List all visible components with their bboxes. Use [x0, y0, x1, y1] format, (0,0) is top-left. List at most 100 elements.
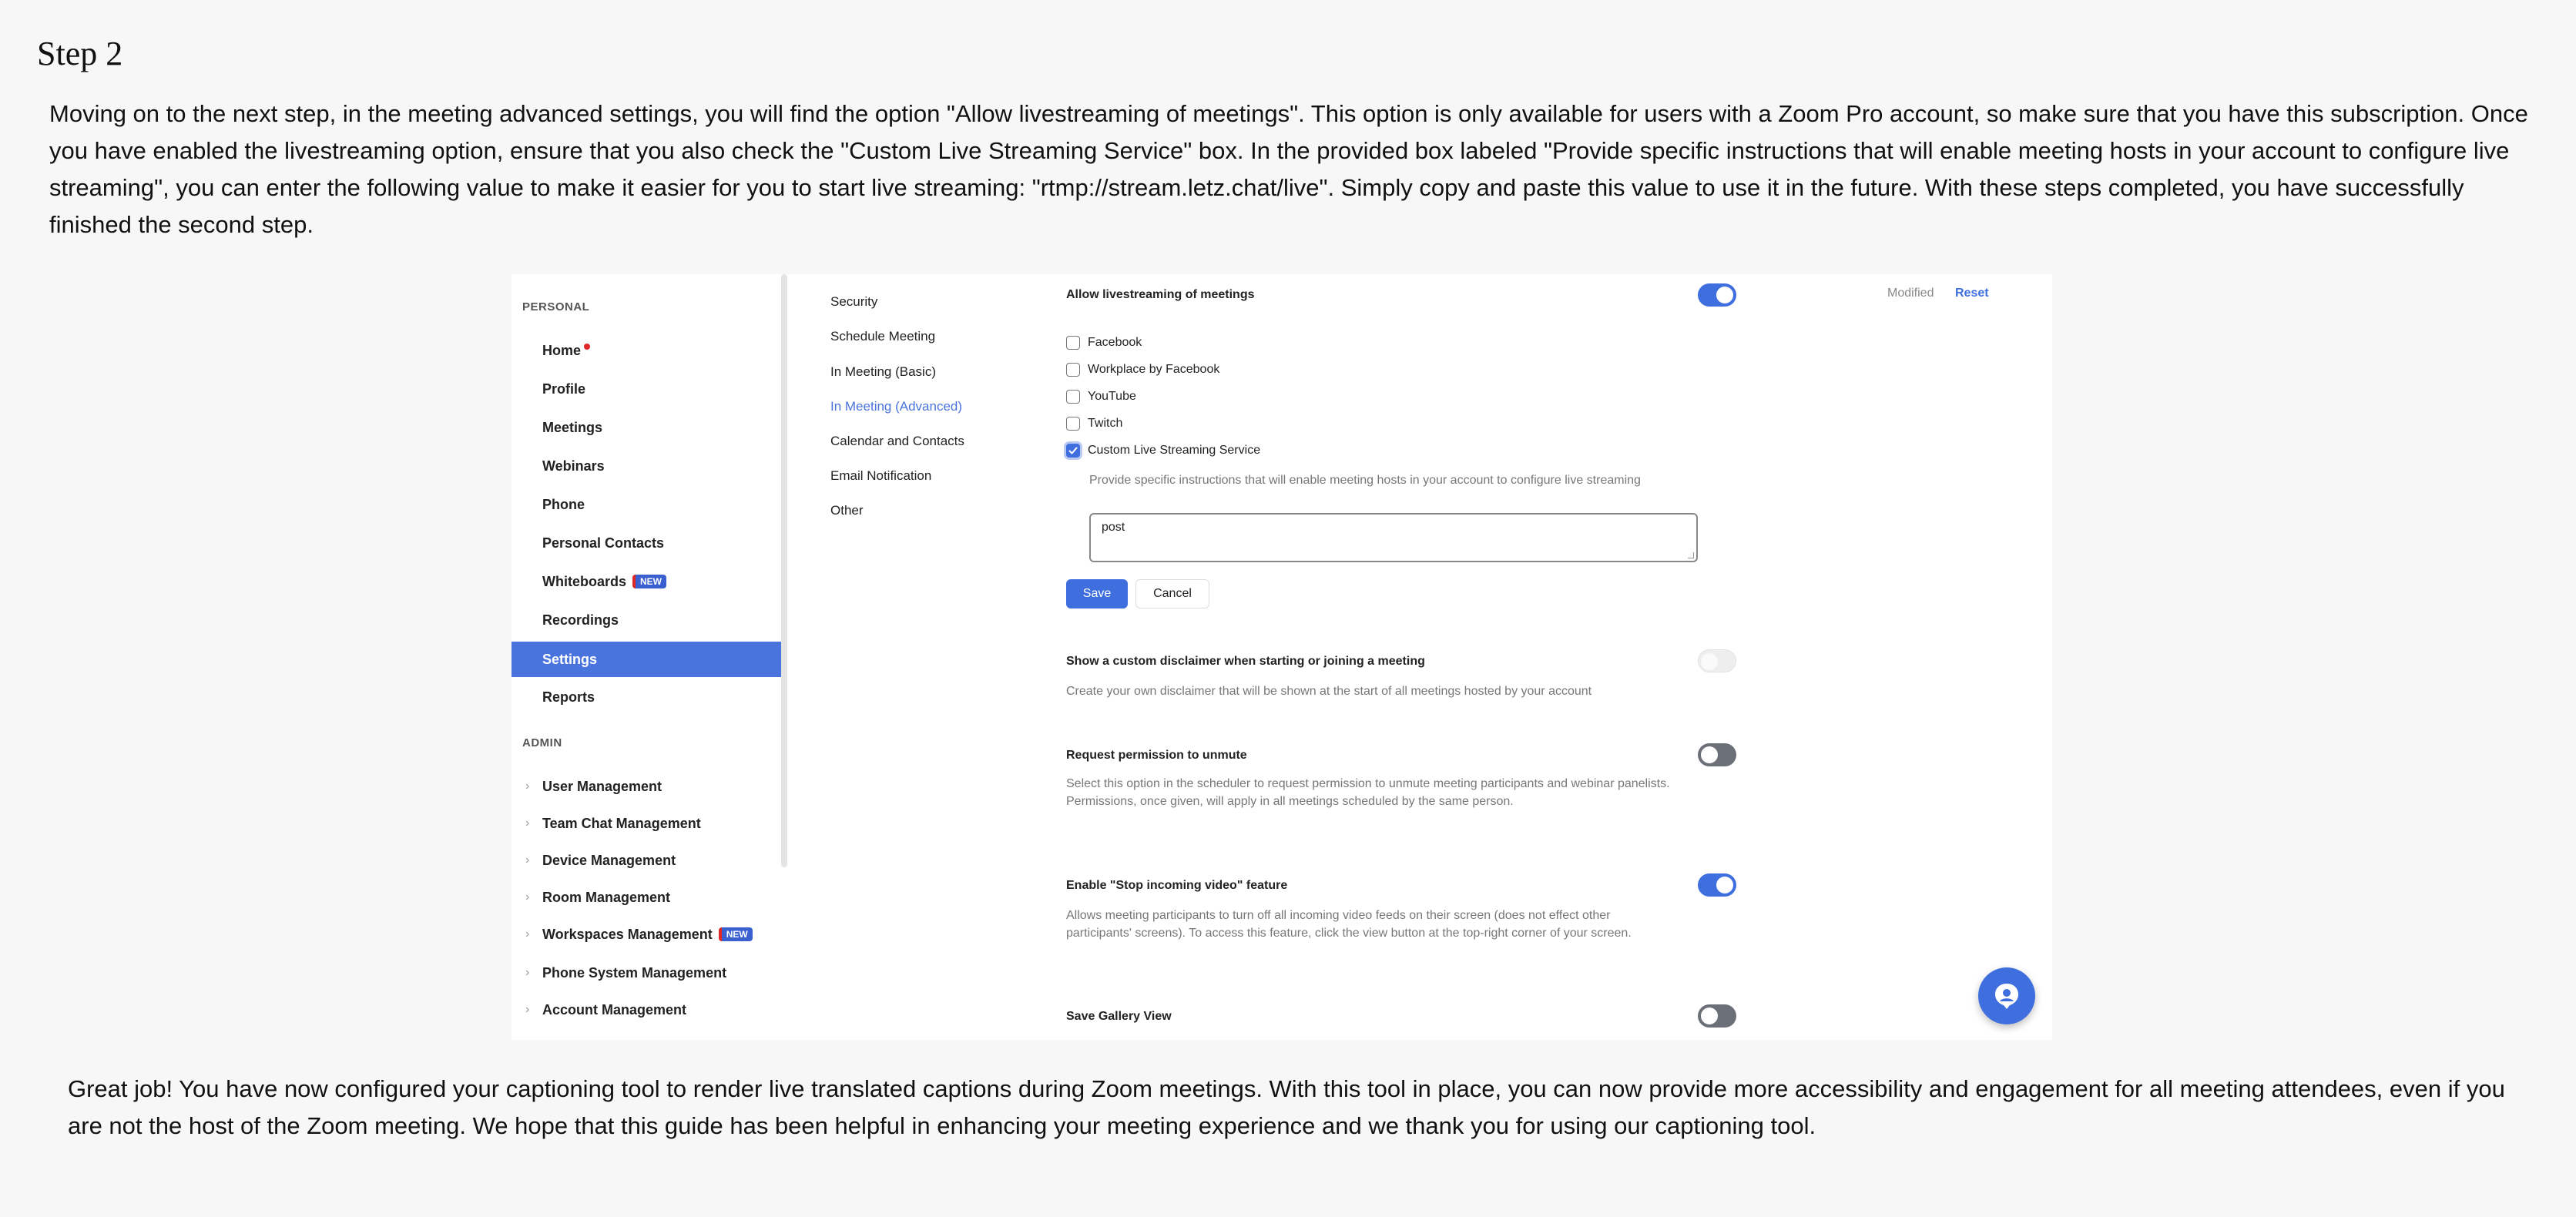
sidebar-item-label: Phone System Management	[542, 964, 727, 981]
sidebar-item-label: Reports	[542, 689, 595, 705]
setting-desc-request-unmute: Select this option in the scheduler to r…	[1066, 777, 1670, 808]
sidebar-item-phone-system-management[interactable]: › Phone System Management	[512, 955, 781, 991]
settings-nav-other[interactable]: Other	[830, 503, 864, 518]
new-badge: NEW	[718, 927, 753, 941]
toggle-knob	[1701, 746, 1718, 763]
option-youtube[interactable]: YouTube	[1066, 390, 1136, 404]
intro-paragraph: Moving on to the next step, in the meeti…	[49, 100, 2528, 238]
livestream-toggle[interactable]	[1698, 283, 1736, 307]
request-unmute-toggle[interactable]	[1698, 743, 1736, 766]
sidebar-item-label: Recordings	[542, 612, 619, 628]
settings-nav-calendar-and-contacts[interactable]: Calendar and Contacts	[830, 434, 964, 449]
save-button[interactable]: Save	[1066, 579, 1128, 608]
option-label: Twitch	[1088, 417, 1123, 430]
livestream-setting-title: Allow livestreaming of meetings	[1066, 288, 1255, 301]
zoom-settings-screenshot: PERSONAL Home Profile Meetings Webinars …	[512, 274, 2052, 1040]
chevron-right-icon: ›	[525, 779, 530, 793]
setting-title-stop-incoming-video: Enable "Stop incoming video" feature	[1066, 879, 1288, 892]
chevron-right-icon: ›	[525, 966, 530, 979]
chevron-right-icon: ›	[525, 853, 530, 867]
sidebar-item-label: Account Management	[542, 1001, 687, 1018]
sidebar-item-label: Device Management	[542, 852, 676, 868]
sidebar-item-label: Workspaces Management	[542, 926, 713, 942]
resize-handle-icon[interactable]	[1688, 552, 1694, 558]
modified-label: Modified	[1887, 287, 1934, 300]
settings-nav-in-meeting-basic[interactable]: In Meeting (Basic)	[830, 364, 936, 380]
option-twitch[interactable]: Twitch	[1066, 417, 1122, 431]
sidebar-item-label: Meetings	[542, 419, 603, 435]
sidebar-item-user-management[interactable]: › User Management	[512, 769, 781, 804]
new-badge: NEW	[632, 575, 667, 588]
sidebar-item-whiteboards[interactable]: Whiteboards NEW	[512, 564, 781, 599]
sidebar-header-personal: PERSONAL	[522, 300, 590, 313]
settings-nav-schedule-meeting[interactable]: Schedule Meeting	[830, 329, 935, 344]
textarea-value: post	[1102, 521, 1125, 534]
sidebar-item-settings[interactable]: Settings	[512, 642, 781, 677]
setting-desc-custom-disclaimer: Create your own disclaimer that will be …	[1066, 685, 1592, 698]
option-label: Custom Live Streaming Service	[1088, 444, 1261, 457]
checkbox[interactable]	[1066, 390, 1080, 404]
sidebar-item-home[interactable]: Home	[512, 333, 781, 368]
sidebar-item-room-management[interactable]: › Room Management	[512, 880, 781, 915]
sidebar-item-label: Settings	[542, 651, 598, 667]
setting-title-save-gallery-view: Save Gallery View	[1066, 1010, 1172, 1023]
sidebar-item-label: Team Chat Management	[542, 815, 701, 831]
step-title: Step 2	[37, 35, 123, 72]
option-facebook[interactable]: Facebook	[1066, 336, 1142, 350]
sidebar: PERSONAL Home Profile Meetings Webinars …	[512, 274, 781, 1040]
reset-link[interactable]: Reset	[1955, 287, 1989, 300]
sidebar-item-account-management[interactable]: › Account Management	[512, 992, 781, 1028]
setting-title-request-unmute: Request permission to unmute	[1066, 749, 1247, 762]
option-label: Workplace by Facebook	[1088, 363, 1220, 376]
custom-disclaimer-toggle[interactable]	[1698, 649, 1736, 672]
support-agent-icon	[1995, 984, 2018, 1009]
setting-desc-stop-incoming-video: Allows meeting participants to turn off …	[1066, 909, 1632, 940]
chevron-right-icon: ›	[525, 816, 530, 830]
sidebar-item-label: Personal Contacts	[542, 535, 665, 551]
setting-title-custom-disclaimer: Show a custom disclaimer when starting o…	[1066, 655, 1425, 668]
sidebar-item-profile[interactable]: Profile	[512, 371, 781, 407]
notification-dot	[584, 344, 591, 350]
support-agent-button[interactable]	[1978, 967, 2035, 1024]
sidebar-item-team-chat-management[interactable]: › Team Chat Management	[512, 806, 781, 841]
settings-nav-email-notification[interactable]: Email Notification	[830, 468, 931, 484]
sidebar-item-meetings[interactable]: Meetings	[512, 410, 781, 445]
sidebar-item-label: Home	[542, 342, 582, 358]
sidebar-item-device-management[interactable]: › Device Management	[512, 843, 781, 878]
chevron-right-icon: ›	[525, 1003, 530, 1016]
sidebar-item-phone[interactable]: Phone	[512, 487, 781, 522]
sidebar-item-label: Room Management	[542, 889, 671, 905]
checkbox[interactable]	[1066, 417, 1080, 431]
option-label: YouTube	[1088, 390, 1136, 403]
sidebar-item-label: Profile	[542, 381, 586, 397]
check-icon	[1068, 447, 1078, 454]
chevron-right-icon: ›	[525, 927, 530, 940]
custom-instructions-label: Provide specific instructions that will …	[1089, 474, 1641, 487]
toggle-knob	[1716, 287, 1733, 303]
option-workplace-by-facebook[interactable]: Workplace by Facebook	[1066, 363, 1219, 377]
outro-paragraph: Great job! You have now configured your …	[68, 1075, 2505, 1139]
sidebar-item-personal-contacts[interactable]: Personal Contacts	[512, 525, 781, 561]
sidebar-item-reports[interactable]: Reports	[512, 679, 781, 715]
toggle-knob	[1716, 877, 1733, 893]
toggle-knob	[1701, 1007, 1718, 1024]
checkbox-checked[interactable]	[1066, 444, 1080, 458]
sidebar-item-recordings[interactable]: Recordings	[512, 602, 781, 638]
sidebar-item-label: Webinars	[542, 458, 605, 474]
sidebar-item-webinars[interactable]: Webinars	[512, 448, 781, 484]
custom-instructions-textarea[interactable]: post	[1089, 513, 1698, 562]
sidebar-item-label: User Management	[542, 778, 662, 794]
chevron-right-icon: ›	[525, 890, 530, 904]
option-label: Facebook	[1088, 336, 1142, 349]
sidebar-item-label: Phone	[542, 496, 585, 512]
checkbox[interactable]	[1066, 363, 1080, 377]
cancel-button[interactable]: Cancel	[1135, 579, 1209, 608]
sidebar-item-workspaces-management[interactable]: › Workspaces Management NEW	[512, 917, 781, 952]
sidebar-scrollbar[interactable]	[781, 274, 787, 867]
option-custom-live-streaming-service[interactable]: Custom Live Streaming Service	[1066, 444, 1260, 458]
settings-nav-in-meeting-advanced[interactable]: In Meeting (Advanced)	[830, 399, 962, 414]
settings-nav-security[interactable]: Security	[830, 294, 877, 310]
save-gallery-view-toggle[interactable]	[1698, 1004, 1736, 1028]
checkbox[interactable]	[1066, 336, 1080, 350]
stop-incoming-video-toggle[interactable]	[1698, 873, 1736, 897]
